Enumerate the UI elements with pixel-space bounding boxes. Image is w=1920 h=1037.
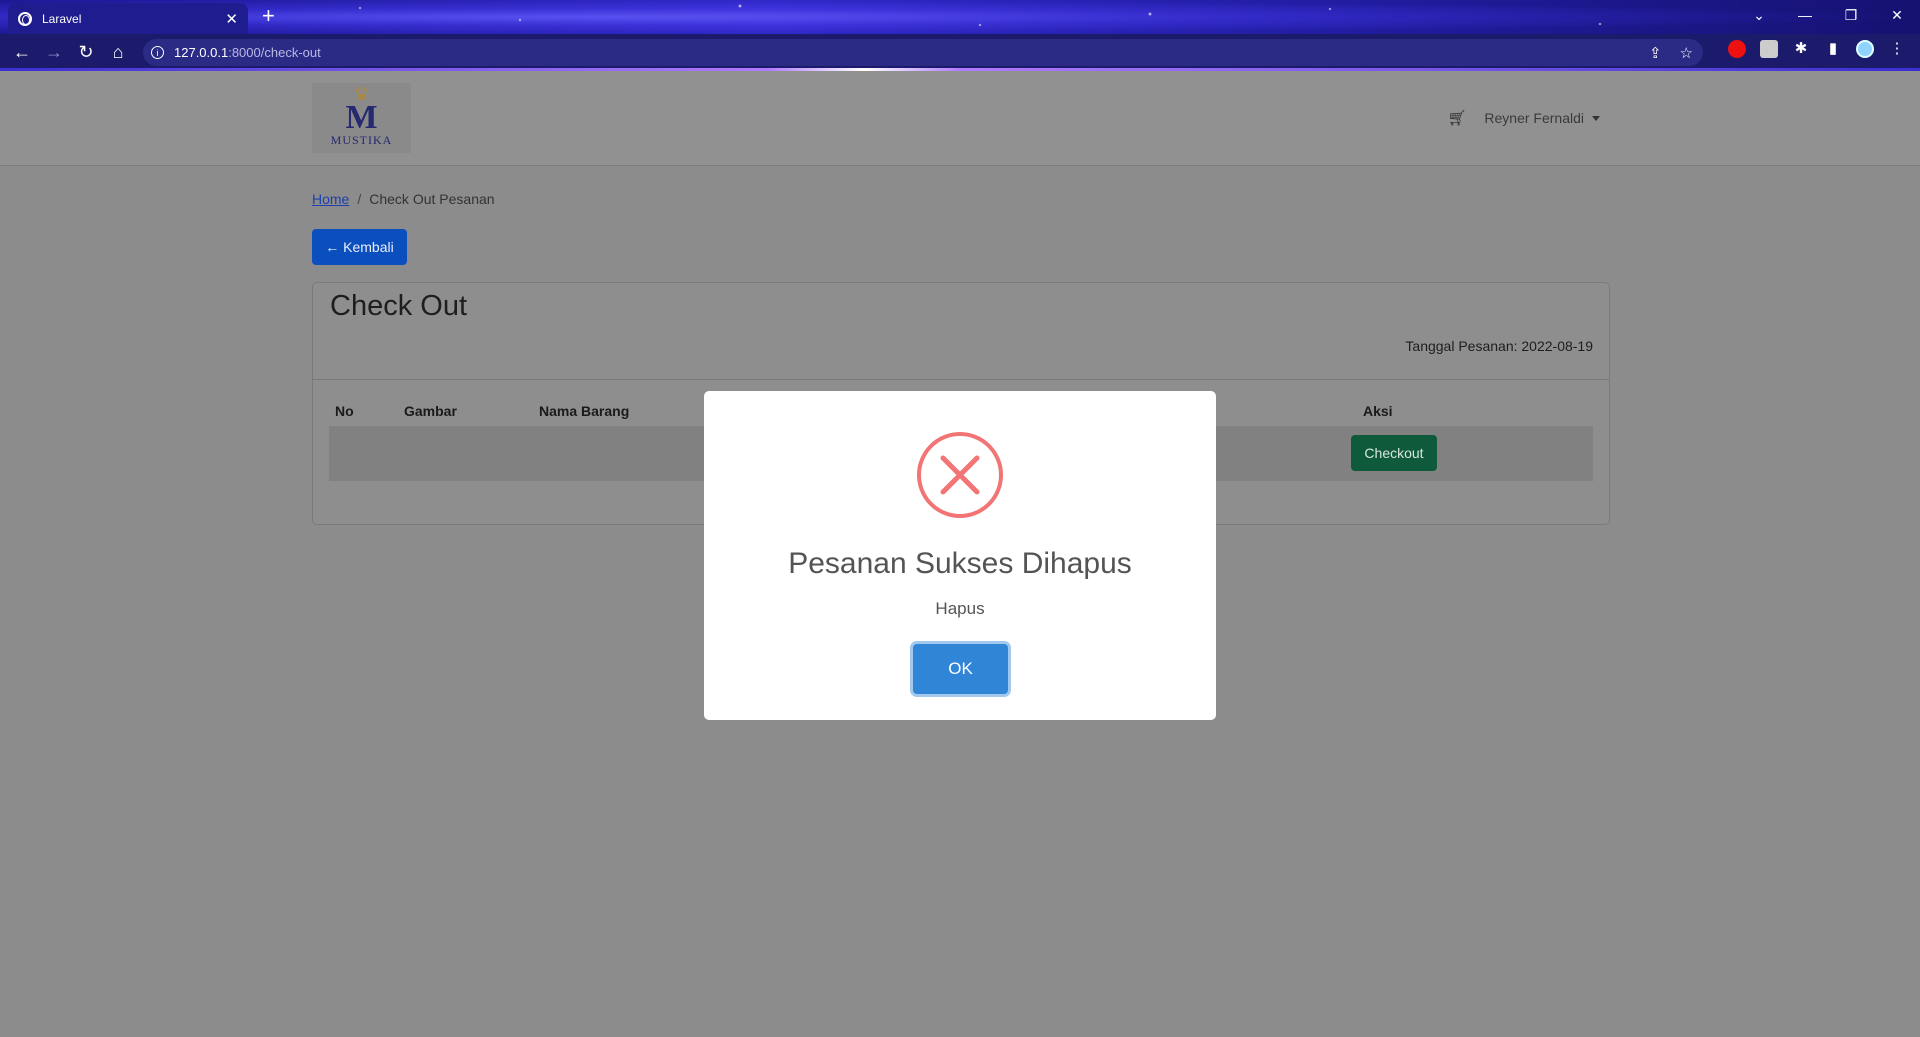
side-panel-icon[interactable]: ▮ <box>1824 40 1842 58</box>
new-tab-icon[interactable]: + <box>262 4 275 28</box>
user-name[interactable]: Reyner Fernaldi <box>1484 110 1584 126</box>
extension-red-icon[interactable] <box>1728 40 1746 58</box>
reload-icon[interactable]: ↻ <box>70 42 102 63</box>
close-tab-icon[interactable]: ✕ <box>225 10 238 28</box>
tab-search-icon[interactable]: ⌄ <box>1736 0 1782 30</box>
window-controls: ⌄ — ❐ ✕ <box>1736 0 1920 30</box>
breadcrumb: Home / Check Out Pesanan <box>312 191 495 207</box>
profile-avatar[interactable] <box>1856 40 1874 58</box>
browser-tab[interactable]: Laravel ✕ <box>8 3 248 34</box>
site-navbar: ♛ M MUSTIKA 🛒︎ Reyner Fernaldi <box>0 71 1920 166</box>
url-path: :8000/check-out <box>228 45 321 60</box>
column-header-no: No <box>335 403 354 419</box>
bookmark-star-icon[interactable]: ☆ <box>1680 44 1693 62</box>
minimize-icon[interactable]: — <box>1782 0 1828 30</box>
alert-dialog: Pesanan Sukses Dihapus Hapus OK <box>704 391 1216 720</box>
arrow-left-icon: ← <box>325 239 340 255</box>
order-date: Tanggal Pesanan: 2022-08-19 <box>1405 338 1593 354</box>
card-header: Check Out Tanggal Pesanan: 2022-08-19 <box>313 283 1609 380</box>
tab-title: Laravel <box>42 11 82 26</box>
back-button-label: Kembali <box>343 239 394 255</box>
menu-kebab-icon[interactable]: ⋮ <box>1888 40 1906 58</box>
url-host: 127.0.0.1 <box>174 45 229 60</box>
share-icon[interactable]: ⇪ <box>1649 44 1662 62</box>
column-header-aksi: Aksi <box>1363 403 1393 419</box>
back-icon[interactable]: ← <box>6 42 38 63</box>
forward-icon[interactable]: → <box>38 42 70 63</box>
breadcrumb-current: Check Out Pesanan <box>369 191 495 207</box>
address-bar[interactable]: i 127.0.0.1:8000/check-out ⇪ ☆ <box>143 39 1703 66</box>
user-menu[interactable]: 🛒︎ Reyner Fernaldi <box>1447 109 1600 127</box>
logo-mark: M <box>345 99 378 136</box>
ok-button[interactable]: OK <box>913 644 1008 694</box>
error-x-icon <box>917 432 1003 518</box>
column-header-nama-barang: Nama Barang <box>539 403 630 419</box>
breadcrumb-separator: / <box>357 191 362 207</box>
close-window-icon[interactable]: ✕ <box>1874 0 1920 30</box>
brand-logo[interactable]: ♛ M MUSTIKA <box>312 83 411 153</box>
caret-down-icon <box>1592 115 1600 121</box>
info-icon[interactable]: i <box>151 46 164 59</box>
extensions-area: ✱ ▮ ⋮ <box>1728 40 1906 58</box>
dialog-text: Hapus <box>935 599 985 618</box>
extension-gray-icon[interactable] <box>1760 40 1778 58</box>
dialog-title: Pesanan Sukses Dihapus <box>788 547 1132 580</box>
column-header-gambar: Gambar <box>404 403 457 419</box>
checkout-button[interactable]: Checkout <box>1351 435 1437 471</box>
home-icon[interactable]: ⌂ <box>102 42 134 63</box>
address-toolbar: ← → ↻ ⌂ i 127.0.0.1:8000/check-out ⇪ ☆ <box>0 34 1920 70</box>
brand-name: MUSTIKA <box>330 133 393 147</box>
globe-icon <box>18 11 32 26</box>
page-title: Check Out <box>330 290 467 322</box>
back-button[interactable]: ← Kembali <box>312 229 407 265</box>
browser-tab-strip: Laravel ✕ + ⌄ — ❐ ✕ <box>0 0 1920 34</box>
extensions-puzzle-icon[interactable]: ✱ <box>1792 40 1810 58</box>
breadcrumb-home-link[interactable]: Home <box>312 191 349 207</box>
restore-icon[interactable]: ❐ <box>1828 0 1874 30</box>
cart-icon[interactable]: 🛒︎ <box>1447 109 1466 127</box>
